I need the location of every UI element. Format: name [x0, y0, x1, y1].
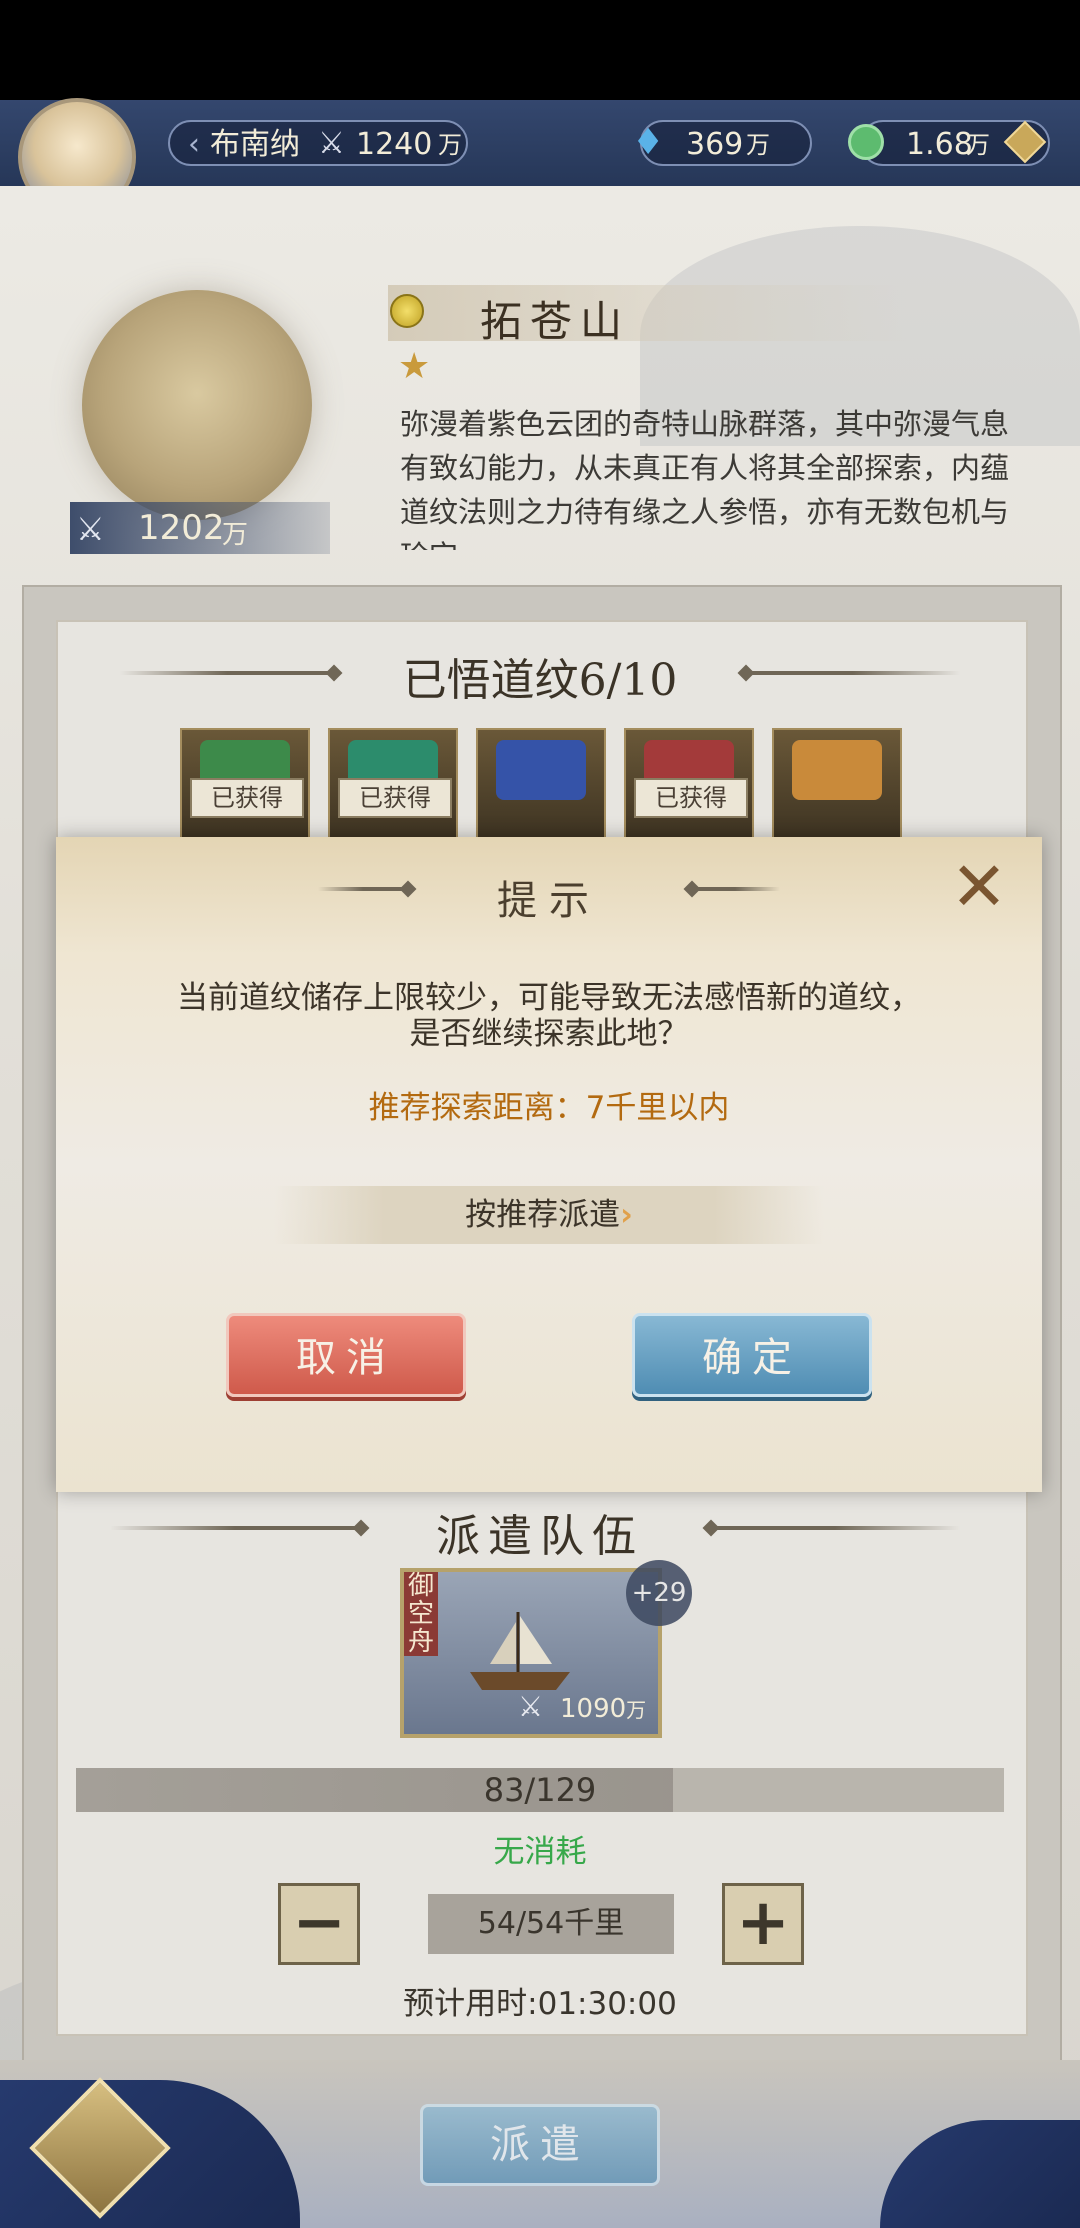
cost-text: 无消耗 [493, 1834, 587, 1870]
cancel-button[interactable]: 取消 [226, 1313, 466, 1397]
sword-icon: ⚔ [76, 510, 105, 548]
scroll-icon [792, 740, 882, 800]
team-title: 派遣队伍 [436, 1511, 644, 1562]
obtained-label: 已获得 [338, 778, 452, 818]
dialog-message-line1: 当前道纹储存上限较少，可能导致无法感悟新的道纹， [177, 980, 921, 1016]
top-header: ‹ 布南纳 ⚔ 1240 万 ♦ 369 万 1.68 万 [0, 98, 1080, 216]
dispatch-recommend-label: 按推荐派遣 [465, 1197, 621, 1233]
location-gem-icon [390, 294, 424, 328]
jade-coin-icon [848, 124, 884, 160]
location-power-unit: 万 [222, 520, 249, 550]
dialog-message-line2: 是否继续探索此地？ [409, 1016, 689, 1052]
crystal-currency[interactable]: ♦ 369 万 [632, 120, 812, 166]
jade-amount: 1.68 [906, 127, 973, 162]
dispatch-recommend-button[interactable]: 按推荐派遣› [274, 1186, 824, 1244]
add-currency-icon[interactable] [1003, 120, 1047, 164]
status-bar [0, 0, 1080, 100]
location-power-tag: ⚔ 1202 万 [70, 502, 330, 554]
player-info-pill[interactable]: ‹ 布南纳 ⚔ 1240 万 [168, 120, 468, 166]
daowen-item-3[interactable] [476, 728, 606, 842]
obtained-label: 已获得 [634, 778, 748, 818]
estimated-time: 预计用时:01:30:00 [403, 1986, 677, 2022]
confirm-button[interactable]: 确定 [632, 1313, 872, 1397]
decrease-distance-button[interactable]: − [278, 1883, 360, 1965]
player-power-unit: 万 [438, 131, 462, 159]
hint-dialog [56, 837, 1042, 1492]
location-image [82, 290, 312, 520]
dispatch-button[interactable]: 派遣 [420, 2104, 660, 2186]
player-power: 1240 [356, 127, 433, 162]
scroll-icon [496, 740, 586, 800]
daowen-item-5[interactable] [772, 728, 902, 842]
player-name: 布南纳 [210, 127, 300, 162]
location-name: 拓苍山 [480, 297, 631, 346]
crystal-amount: 369 [686, 127, 744, 162]
chevron-right-icon: › [620, 1197, 633, 1233]
distance-value: 54/54千里 [428, 1894, 674, 1954]
jade-currency[interactable]: 1.68 万 [848, 120, 1050, 166]
crystal-icon: ♦ [632, 122, 665, 163]
ship-power-unit: 万 [626, 1698, 647, 1722]
location-power: 1202 [138, 508, 225, 548]
dialog-message: 当前道纹储存上限较少，可能导致无法感悟新的道纹， 是否继续探索此地？ [100, 980, 998, 1052]
star-icon: ★ [398, 346, 431, 387]
dialog-title: 提示 [497, 878, 601, 924]
jade-unit: 万 [966, 131, 990, 159]
location-description: 弥漫着紫色云团的奇特山脉群落，其中弥漫气息有致幻能力，从未真正有人将其全部探索，… [400, 407, 1010, 550]
daowen-item-1[interactable]: 已获得 [180, 728, 310, 842]
ship-name-tag: 御空舟 [404, 1572, 438, 1656]
daowen-item-2[interactable]: 已获得 [328, 728, 458, 842]
location-name-bar [388, 285, 908, 341]
close-icon[interactable]: ✕ [948, 854, 1010, 922]
daowen-item-4[interactable]: 已获得 [624, 728, 754, 842]
sword-icon: ⚔ [318, 126, 345, 161]
ship-power: 1090万 [560, 1694, 646, 1724]
chevron-left-icon: ‹ [188, 127, 200, 162]
ship-power-value: 1090 [560, 1694, 627, 1724]
capacity-text: 83/129 [483, 1771, 597, 1809]
sword-icon: ⚔ [518, 1690, 544, 1723]
increase-distance-button[interactable]: + [722, 1883, 804, 1965]
daowen-title: 已悟道纹6/10 [402, 655, 678, 706]
obtained-label: 已获得 [190, 778, 304, 818]
recommend-distance: 推荐探索距离：7千里以内 [368, 1090, 730, 1126]
crystal-unit: 万 [746, 131, 770, 159]
ship-bonus-badge: +29 [626, 1560, 692, 1626]
ship-icon [460, 1602, 580, 1702]
